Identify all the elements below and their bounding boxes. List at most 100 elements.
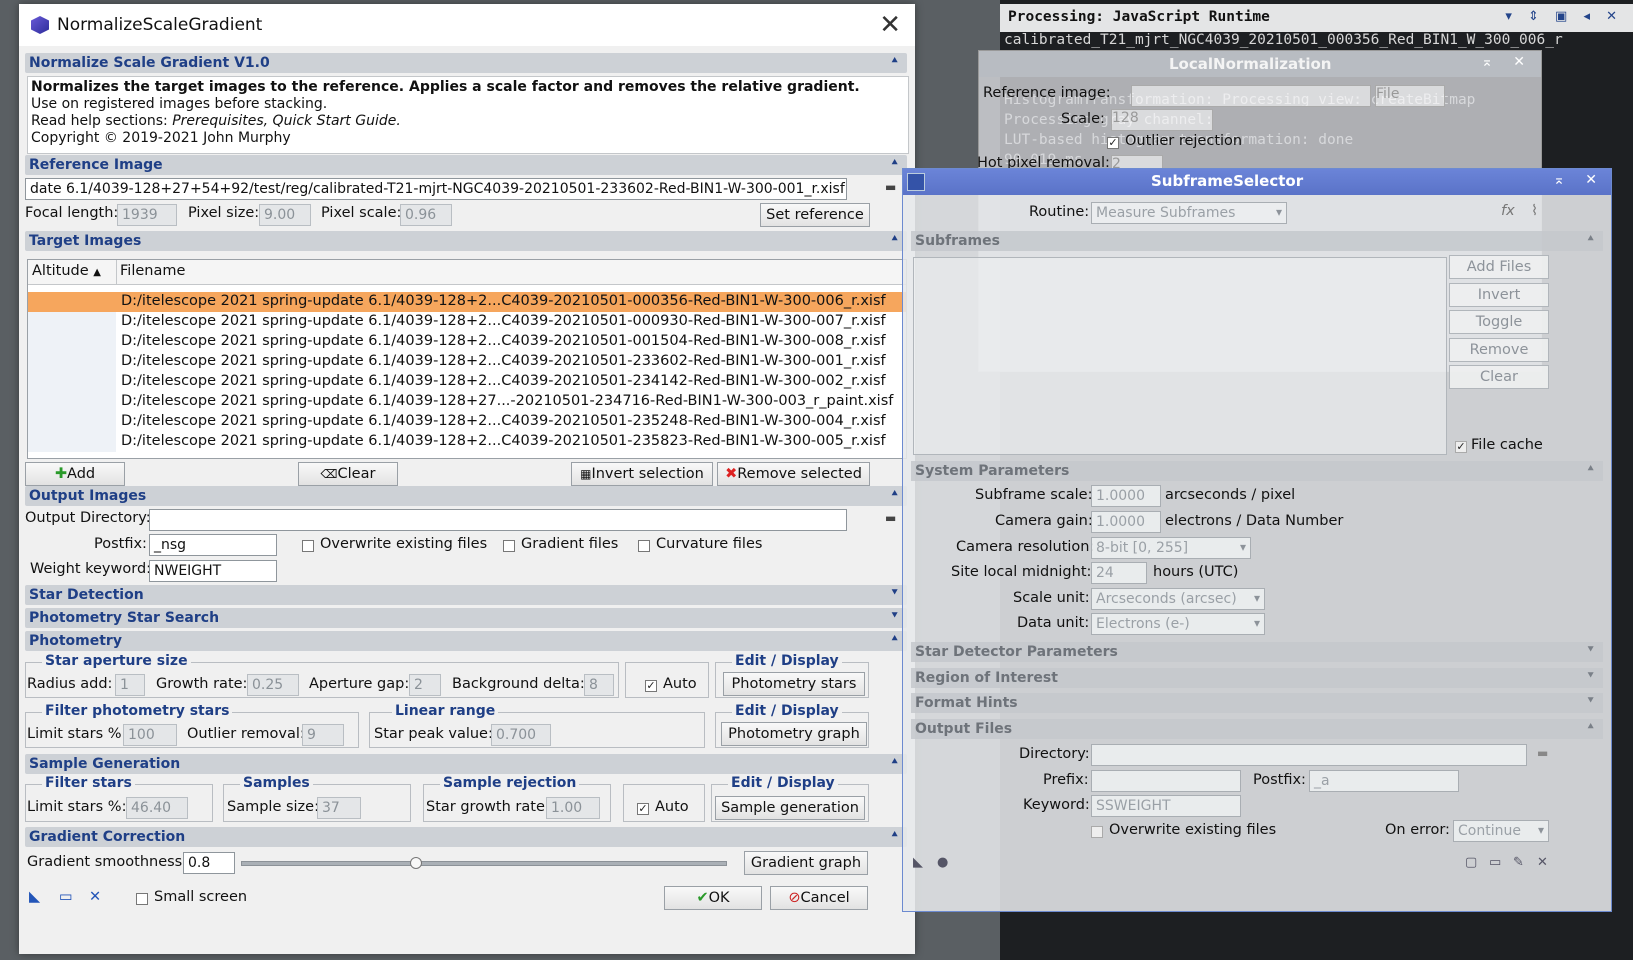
clear-button[interactable]: ⌫Clear: [298, 462, 398, 486]
sfs-directory-field[interactable]: [1091, 744, 1527, 766]
sfs-titlebar[interactable]: SubframeSelector ⌅ ✕: [903, 169, 1611, 195]
site-midnight-field[interactable]: 24: [1091, 562, 1147, 584]
collapse-up-icon[interactable]: ⯅: [1586, 232, 1595, 246]
aperture-gap-field[interactable]: 2: [409, 674, 441, 696]
collapse-up-icon[interactable]: ⯅: [890, 632, 899, 646]
collapse-up-icon[interactable]: ⯅: [890, 54, 899, 68]
table-row[interactable]: D:/itelescope 2021 spring-update 6.1/403…: [28, 292, 906, 312]
pixel-scale-field[interactable]: 0.96: [400, 204, 452, 226]
reference-path-field[interactable]: date 6.1/4039-128+27+54+92/test/reg/cali…: [25, 178, 847, 200]
document-icon[interactable]: ▭: [1489, 855, 1501, 870]
nsg-titlebar[interactable]: NormalizeScaleGradient ✕: [19, 4, 915, 46]
outlier-removal-field[interactable]: 9: [302, 724, 344, 746]
pixel-size-field[interactable]: 9.00: [259, 204, 311, 226]
folder-icon[interactable]: ▬: [885, 180, 896, 194]
ln-ref-mode[interactable]: File: [1375, 85, 1445, 107]
radius-add-field[interactable]: 1: [115, 674, 145, 696]
sfs-section-star-detector[interactable]: Star Detector Parameters ⯆: [911, 642, 1603, 662]
sfs-section-output-files[interactable]: Output Files ⯅: [911, 719, 1603, 739]
focal-length-field[interactable]: 1939: [117, 204, 177, 226]
wrench-icon[interactable]: ✎: [1513, 855, 1524, 870]
reset-icon[interactable]: ✕: [1537, 855, 1548, 870]
curvature-files-checkbox[interactable]: [638, 540, 650, 552]
expand-down-icon[interactable]: ⯆: [890, 586, 899, 600]
sfs-section-format-hints[interactable]: Format Hints ⯆: [911, 693, 1603, 713]
gradient-smoothness-slider[interactable]: [241, 861, 727, 866]
sfs-add-files-button[interactable]: Add Files: [1449, 255, 1549, 279]
camera-resolution-select[interactable]: 8-bit [0, 255]: [1091, 537, 1251, 559]
auto-sample-checkbox[interactable]: ✓: [637, 803, 649, 815]
postfix-field[interactable]: _nsg: [149, 534, 277, 556]
folder-icon[interactable]: ▬: [885, 511, 896, 525]
table-row[interactable]: D:/itelescope 2021 spring-update 6.1/403…: [28, 412, 906, 432]
sfs-prefix-field[interactable]: [1091, 770, 1241, 792]
gradient-graph-button[interactable]: Gradient graph: [744, 851, 868, 875]
section-header[interactable]: Normalize Scale Gradient V1.0 ⯅: [25, 53, 907, 73]
documentation-icon[interactable]: ▭: [59, 889, 73, 905]
limit-stars-field[interactable]: 100: [123, 724, 177, 746]
expand-down-icon[interactable]: ⯆: [1586, 694, 1595, 708]
sfs-postfix-field[interactable]: _a: [1309, 770, 1459, 792]
sfs-remove-button[interactable]: Remove: [1449, 337, 1549, 362]
background-delta-field[interactable]: 8: [584, 674, 614, 696]
star-growth-field[interactable]: 1.00: [546, 797, 600, 819]
ln-ref-field[interactable]: [1131, 85, 1371, 107]
col-filename[interactable]: Filename: [120, 263, 185, 279]
sample-size-field[interactable]: 37: [317, 797, 361, 819]
slider-handle[interactable]: [410, 857, 423, 869]
console-titlebar[interactable]: Processing: JavaScript Runtime ▾ ⇕ ▣ ◂ ✕: [1000, 4, 1633, 32]
sfs-subframes-list[interactable]: [913, 257, 1447, 455]
routine-select[interactable]: Measure Subframes: [1091, 202, 1287, 224]
growth-rate-field[interactable]: 0.25: [247, 674, 299, 696]
remove-selected-button[interactable]: ✖Remove selected: [717, 462, 870, 486]
close-icon[interactable]: ✕: [879, 10, 901, 40]
table-row[interactable]: D:/itelescope 2021 spring-update 6.1/403…: [28, 432, 906, 452]
file-cache-checkbox[interactable]: ✓: [1455, 441, 1467, 453]
auto-photometry-checkbox[interactable]: ✓: [645, 680, 657, 692]
ln-outlier-checkbox[interactable]: ✓: [1107, 137, 1119, 149]
section-star-detection[interactable]: Star Detection ⯆: [25, 585, 907, 605]
gradient-files-checkbox[interactable]: [503, 540, 515, 552]
local-normalization-controls[interactable]: ⌅ ✕: [1481, 54, 1533, 70]
section-output-images[interactable]: Output Images ⯅: [25, 486, 907, 506]
table-row[interactable]: D:/itelescope 2021 spring-update 6.1/403…: [28, 312, 906, 332]
sfs-keyword-field[interactable]: SSWEIGHT: [1091, 795, 1241, 817]
small-screen-checkbox[interactable]: [136, 893, 148, 905]
new-instance-icon[interactable]: ◣: [29, 889, 40, 905]
expand-down-icon[interactable]: ⯆: [1586, 643, 1595, 657]
collapse-up-icon[interactable]: ⯅: [1586, 462, 1595, 476]
collapse-up-icon[interactable]: ⯅: [890, 156, 899, 170]
sfs-section-roi[interactable]: Region of Interest ⯆: [911, 668, 1603, 688]
sfs-invert-button[interactable]: Invert: [1449, 282, 1549, 307]
console-window-controls[interactable]: ▾ ⇕ ▣ ◂ ✕: [1505, 9, 1623, 24]
section-photometry-star-search[interactable]: Photometry Star Search ⯆: [25, 608, 907, 628]
sample-limit-field[interactable]: 46.40: [126, 797, 188, 819]
section-gradient-correction[interactable]: Gradient Correction ⯅: [25, 827, 907, 847]
target-images-table[interactable]: Altitude ▲ Filename D:/itelescope 2021 s…: [27, 259, 907, 459]
star-peak-field[interactable]: 0.700: [491, 724, 551, 746]
browse-doc-icon[interactable]: ▢: [1465, 855, 1477, 870]
section-photometry[interactable]: Photometry ⯅: [25, 631, 907, 651]
invert-selection-button[interactable]: ▦Invert selection: [571, 462, 713, 486]
set-reference-button[interactable]: Set reference: [760, 203, 870, 227]
ok-button[interactable]: ✔OK: [664, 886, 762, 910]
weight-keyword-field[interactable]: NWEIGHT: [149, 560, 277, 582]
scale-unit-select[interactable]: Arcseconds (arcsec): [1091, 588, 1265, 610]
graph-icon[interactable]: ⌇: [1531, 203, 1538, 219]
ln-scale-field[interactable]: 128: [1111, 109, 1213, 131]
sfs-section-subframes[interactable]: Subframes ⯅: [911, 231, 1603, 251]
section-target-images[interactable]: Target Images ⯅: [25, 231, 907, 251]
sfs-section-system-parameters[interactable]: System Parameters ⯅: [911, 461, 1603, 481]
add-button[interactable]: ✚Add: [25, 462, 125, 486]
collapse-up-icon[interactable]: ⯅: [890, 487, 899, 501]
sfs-overwrite-checkbox[interactable]: [1091, 826, 1103, 838]
new-instance-icon[interactable]: ◣: [913, 855, 923, 870]
folder-icon[interactable]: ▬: [1537, 746, 1548, 760]
collapse-up-icon[interactable]: ⯅: [1586, 720, 1595, 734]
collapse-up-icon[interactable]: ⯅: [890, 755, 899, 769]
fx-icon[interactable]: fx: [1501, 203, 1515, 219]
table-row[interactable]: D:/itelescope 2021 spring-update 6.1/403…: [28, 352, 906, 372]
sfs-window-controls[interactable]: ⌅ ✕: [1553, 172, 1605, 188]
section-sample-generation[interactable]: Sample Generation ⯅: [25, 754, 907, 774]
local-normalization-titlebar[interactable]: LocalNormalization ⌅ ✕: [979, 51, 1541, 77]
